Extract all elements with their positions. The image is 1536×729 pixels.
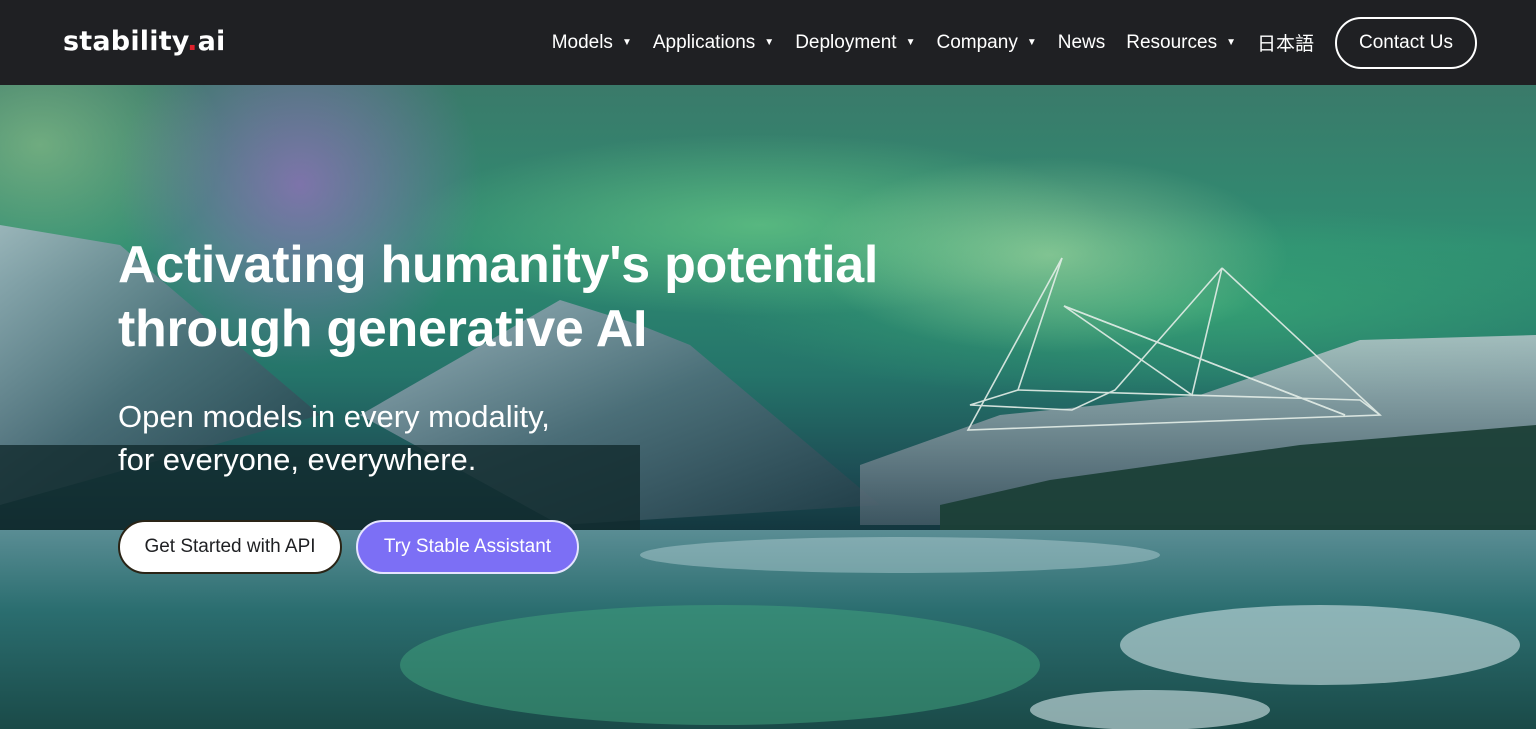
ice-patch — [1030, 690, 1270, 729]
nav-item-deployment[interactable]: Deployment ▼ — [795, 32, 915, 54]
caret-down-icon: ▼ — [621, 37, 632, 48]
logo-red-dot: . — [187, 26, 198, 57]
caret-down-icon: ▼ — [1026, 37, 1037, 48]
try-stable-assistant-button[interactable]: Try Stable Assistant — [356, 520, 579, 574]
nav-label: Models — [551, 31, 613, 53]
caret-down-icon: ▼ — [1226, 37, 1236, 48]
lake-reflection — [400, 605, 1040, 725]
nav-label: Applications — [652, 31, 756, 53]
logo-text-suffix: ai — [197, 26, 226, 57]
caret-down-icon: ▼ — [905, 37, 916, 48]
nav-label: Company — [936, 31, 1018, 53]
top-navbar: stability.ai Models ▼ Applications ▼ Dep… — [0, 0, 1536, 85]
contact-us-button[interactable]: Contact Us — [1335, 16, 1477, 69]
nav-item-japanese[interactable]: 日本語 — [1257, 29, 1314, 56]
nav-item-news[interactable]: News — [1058, 32, 1106, 54]
headline-line-1: Activating humanity's potential — [118, 236, 879, 294]
hero-subheading: Open models in every modality, for every… — [118, 395, 638, 481]
nav-label: Resources — [1126, 31, 1218, 53]
hero-section: Activating humanity's potential through … — [0, 85, 1536, 729]
wireframe-pyramids-icon — [966, 257, 1382, 431]
nav-label: Deployment — [795, 31, 897, 53]
nav-item-applications[interactable]: Applications ▼ — [653, 32, 774, 54]
caret-down-icon: ▼ — [764, 37, 775, 48]
get-started-api-button[interactable]: Get Started with API — [118, 520, 342, 574]
nav-item-resources[interactable]: Resources ▼ — [1126, 32, 1236, 54]
main-nav: Models ▼ Applications ▼ Deployment ▼ Com… — [552, 0, 1536, 85]
subhead-line-2: for everyone, everywhere. — [118, 442, 477, 477]
stability-ai-logo[interactable]: stability.ai — [63, 22, 225, 62]
hero-headline: Activating humanity's potential through … — [118, 233, 938, 361]
ice-patch — [640, 537, 1160, 573]
nav-label: 日本語 — [1256, 33, 1314, 55]
nav-item-company[interactable]: Company ▼ — [937, 32, 1037, 54]
nav-item-models[interactable]: Models ▼ — [552, 32, 632, 54]
ice-patch — [1120, 605, 1520, 685]
nav-label: News — [1057, 31, 1106, 53]
logo-text-main: stability — [63, 26, 188, 57]
headline-line-2: through generative AI — [118, 300, 648, 358]
subhead-line-1: Open models in every modality, — [118, 399, 550, 434]
